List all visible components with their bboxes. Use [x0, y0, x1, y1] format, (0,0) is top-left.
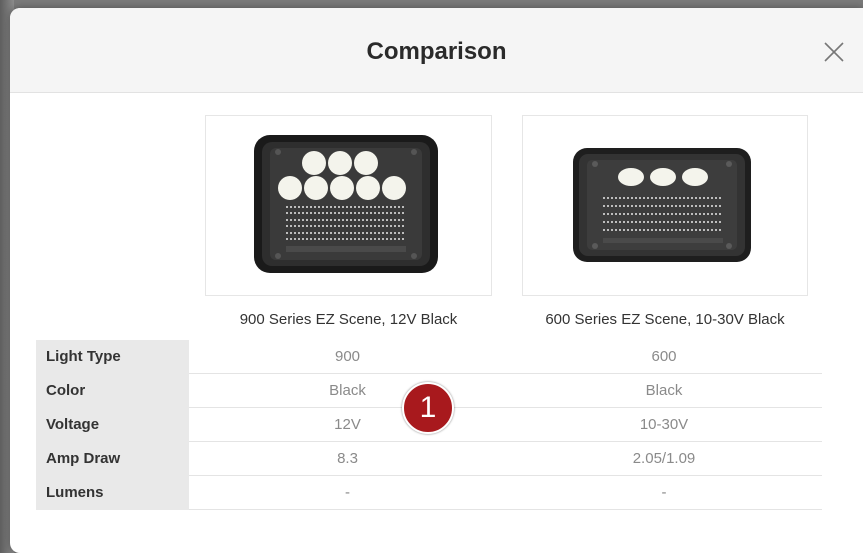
product-name-600[interactable]: 600 Series EZ Scene, 10-30V Black	[522, 311, 808, 328]
spec-label: Voltage	[36, 408, 189, 442]
spec-value: 12V	[189, 408, 506, 442]
spec-value: 8.3	[189, 442, 506, 476]
spec-value: 2.05/1.09	[506, 442, 822, 476]
modal-title: Comparison	[366, 38, 507, 65]
product-card-600[interactable]	[522, 115, 808, 296]
spec-value: 600	[506, 340, 822, 374]
light-bar-600-image	[573, 148, 751, 262]
product-card-900[interactable]	[205, 115, 492, 296]
spec-row-lumens: Lumens - -	[36, 476, 825, 510]
close-button[interactable]	[820, 38, 848, 66]
spec-value: 10-30V	[506, 408, 822, 442]
spec-label: Amp Draw	[36, 442, 189, 476]
spec-label: Lumens	[36, 476, 189, 510]
modal-header: Comparison	[10, 8, 863, 93]
spec-value: -	[189, 476, 506, 510]
spec-value: Black	[506, 374, 822, 408]
spec-label: Light Type	[36, 340, 189, 374]
spec-value: -	[506, 476, 822, 510]
spec-row-amp-draw: Amp Draw 8.3 2.05/1.09	[36, 442, 825, 476]
close-icon	[824, 42, 844, 62]
product-name-900[interactable]: 900 Series EZ Scene, 12V Black	[205, 311, 492, 328]
annotation-marker: 1	[402, 382, 454, 434]
spec-row-light-type: Light Type 900 600	[36, 340, 825, 374]
spec-label: Color	[36, 374, 189, 408]
spec-value: Black	[189, 374, 506, 408]
spec-value: 900	[189, 340, 506, 374]
light-bar-900-image	[254, 135, 438, 273]
